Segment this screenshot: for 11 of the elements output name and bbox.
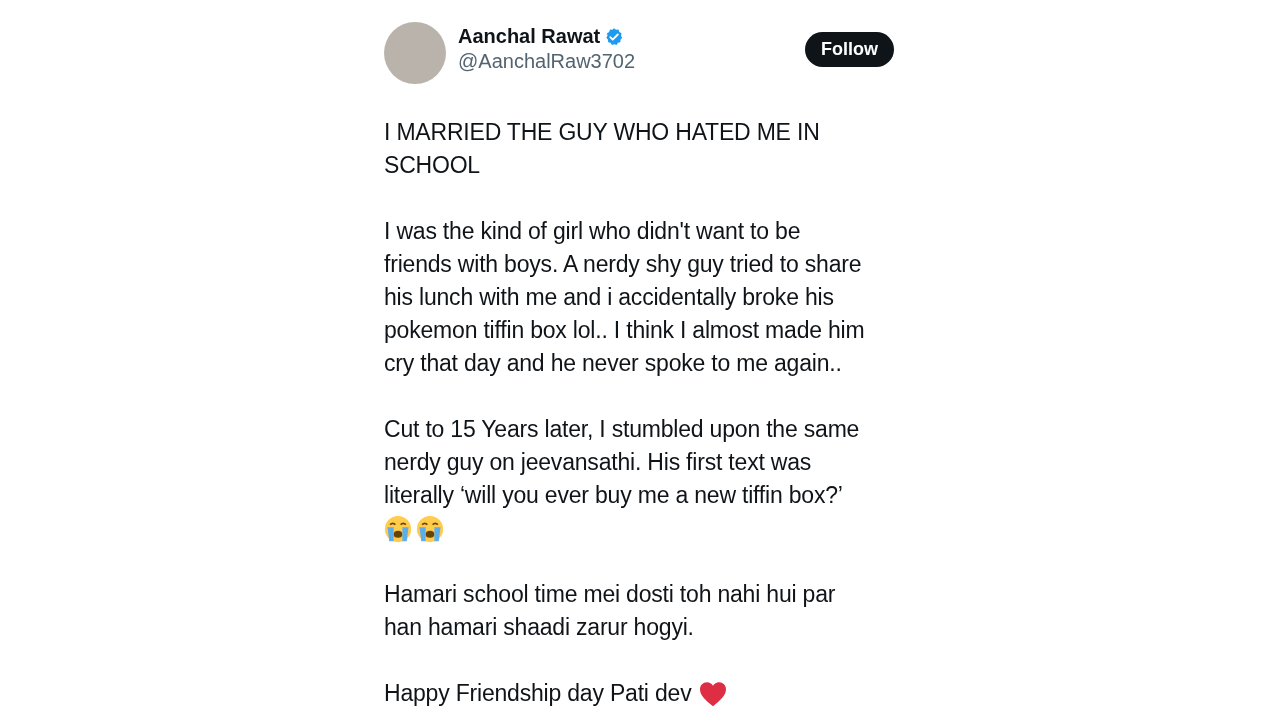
tweet-paragraph: I MARRIED THE GUY WHO HATED ME IN SCHOOL xyxy=(384,118,821,180)
tweet-paragraph: Happy Friendship day Pati dev xyxy=(384,679,692,708)
follow-button[interactable]: Follow xyxy=(805,31,894,67)
tweet-paragraph: I was the kind of girl who didn't want to be friends with boys. A nerdy shy guy tried to share his lunch with me and i accidentally broke his pokemon tiffin box lol.. I think I almost made him cry that day and he never spoke to me again.. xyxy=(384,217,866,378)
author-name: Aanchal Rawat xyxy=(458,25,601,48)
tweet-paragraph: Cut to 15 Years later, I stumbled upon the same nerdy guy on jeevansathi. His first text was literally ‘will you ever buy me a new tiffin box?’ xyxy=(384,415,861,510)
author-handle: @AanchalRaw3702 xyxy=(458,50,637,73)
heart-icon xyxy=(699,680,728,707)
crying-face-icon xyxy=(384,514,412,543)
crying-face-icon xyxy=(416,514,444,543)
tweet-paragraph: Hamari school time mei dosti toh nahi hui par han hamari shaadi zarur hogyi. xyxy=(384,580,837,642)
